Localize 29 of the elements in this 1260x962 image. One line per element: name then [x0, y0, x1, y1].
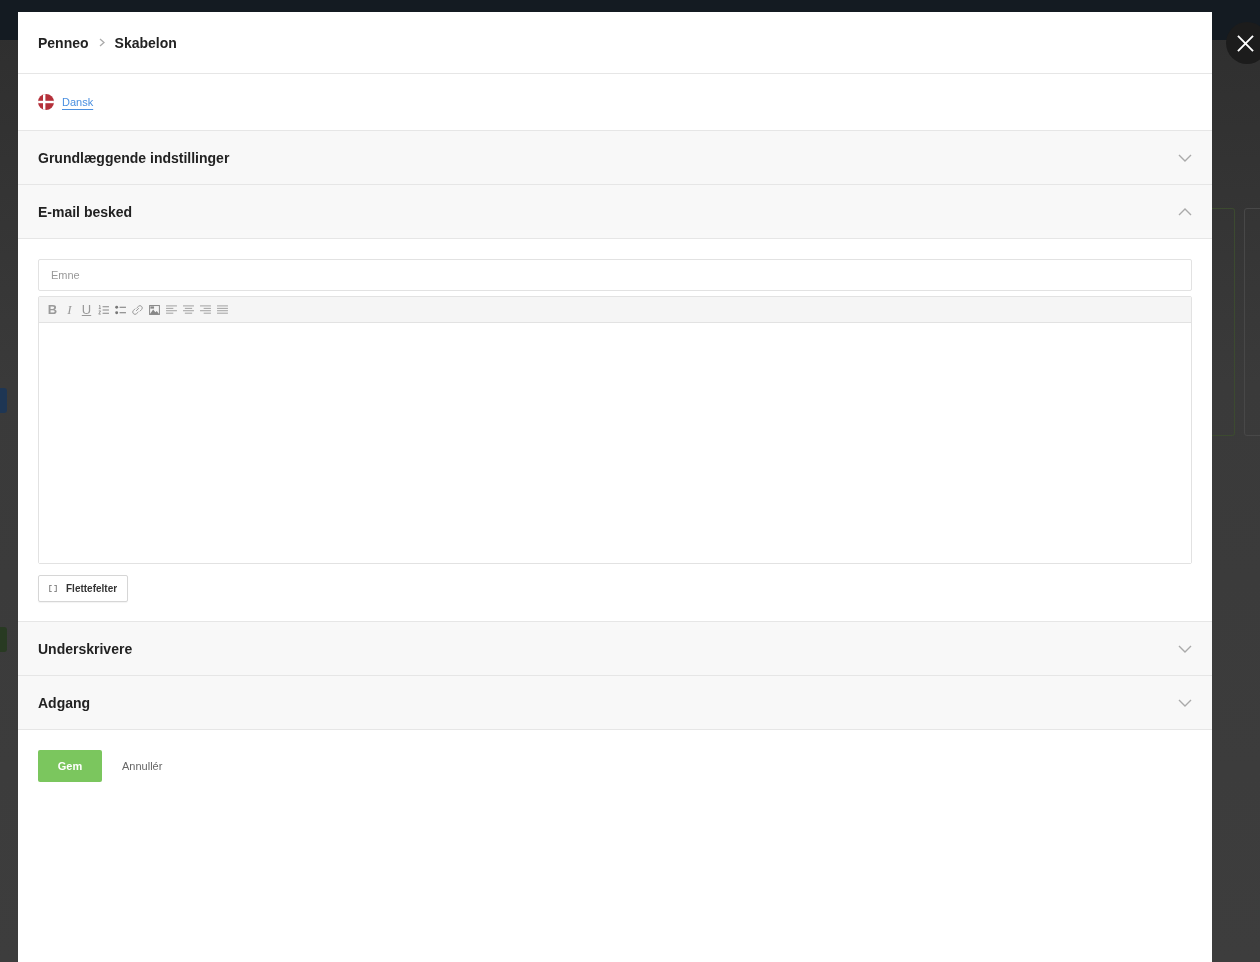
chevron-up-icon — [1178, 207, 1192, 216]
chevron-down-icon — [1178, 698, 1192, 707]
dimmed-page-block — [0, 388, 7, 413]
brackets-icon — [49, 585, 57, 592]
numbered-list-icon — [98, 304, 109, 315]
accordion-header[interactable]: E-mail besked — [18, 185, 1212, 238]
link-icon — [132, 304, 143, 315]
breadcrumb-item[interactable]: Penneo — [38, 34, 89, 51]
chevron-down-icon — [1178, 153, 1192, 162]
justify-icon — [217, 304, 228, 315]
align-left-icon — [166, 304, 177, 315]
close-icon — [1237, 34, 1254, 52]
align-right-icon — [200, 304, 211, 315]
bullet-list-icon — [115, 304, 126, 315]
breadcrumb-item: Skabelon — [114, 34, 177, 51]
language-link[interactable]: Dansk — [62, 96, 94, 108]
chevron-down-icon — [1178, 644, 1192, 653]
accordion-header[interactable]: Grundlæggende indstillinger — [18, 131, 1212, 184]
merge-fields-button[interactable]: Flettefelter — [38, 575, 129, 602]
image-icon — [149, 304, 160, 315]
cancel-button[interactable]: Annullér — [122, 760, 163, 772]
accordion-header[interactable]: Underskrivere — [18, 622, 1212, 675]
dimmed-page-block — [0, 627, 7, 652]
chevron-right-icon — [98, 38, 105, 47]
close-button[interactable] — [1226, 22, 1260, 64]
align-center-icon — [183, 304, 194, 315]
accordion-header[interactable]: Adgang — [18, 676, 1212, 729]
flag-icon — [38, 94, 54, 110]
subject-input[interactable]: Emne — [38, 259, 1192, 291]
